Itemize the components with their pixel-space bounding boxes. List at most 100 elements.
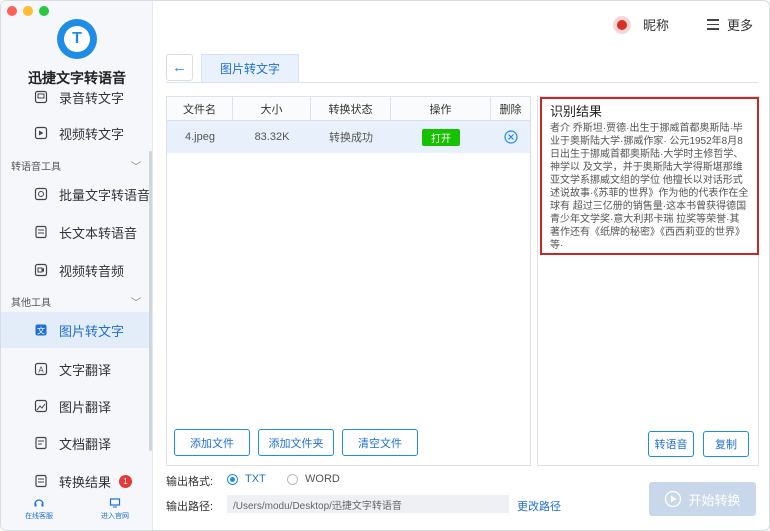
sidebar-item-label: 转换结果	[59, 474, 112, 490]
table-row[interactable]: 4.jpeg 83.32K 转换成功 打开	[167, 121, 530, 153]
open-button[interactable]: 打开	[422, 128, 460, 146]
radio-label: WORD	[305, 473, 340, 485]
tab-image-to-text[interactable]: 图片转文字	[201, 54, 299, 82]
result-title: 识别结果	[550, 104, 603, 119]
to-speech-button[interactable]: 转语音	[648, 431, 694, 457]
video-doc-icon	[33, 125, 49, 141]
column-header: 操作	[391, 97, 491, 120]
sidebar-item-label: 图片翻译	[59, 399, 112, 415]
play-circle-icon	[664, 490, 682, 508]
sidebar-item-doc-translate[interactable]: 文档翻译	[1, 425, 153, 461]
radio-selected-icon	[227, 473, 238, 485]
tab-divider	[166, 82, 758, 83]
sidebar-item-record-to-text[interactable]: 录音转文字	[1, 79, 153, 115]
svg-text:文: 文	[37, 326, 45, 336]
start-label: 开始转换	[688, 492, 741, 508]
format-word-radio[interactable]: WORD	[287, 473, 340, 485]
add-folder-button[interactable]: 添加文件夹	[258, 429, 334, 456]
sidebar-item-long-text-to-speech[interactable]: 长文本转语音	[1, 214, 153, 250]
sidebar-item-image-to-text[interactable]: 文 图片转文字	[1, 312, 153, 348]
action-cell: 打开	[391, 121, 491, 153]
sidebar-item-label: 视频转音频	[59, 263, 125, 279]
monitor-icon	[109, 497, 121, 509]
result-icon	[33, 473, 49, 489]
video-audio-icon	[33, 262, 49, 278]
more-label: 更多	[727, 18, 754, 33]
batch-doc-icon	[33, 186, 49, 202]
back-button[interactable]: ←	[166, 54, 193, 81]
arrow-left-icon: ←	[172, 59, 187, 76]
sidebar-item-label: 批量文字转语音	[59, 187, 151, 203]
column-header: 文件名	[167, 97, 233, 120]
delete-circle-icon[interactable]	[503, 130, 518, 144]
mic-doc-icon	[33, 89, 49, 105]
sidebar-item-label: 录音转文字	[59, 90, 125, 106]
section-label: 转语音工具	[11, 162, 61, 173]
user-menu[interactable]: 昵称	[613, 15, 669, 34]
radio-label: TXT	[245, 473, 266, 485]
add-file-button[interactable]: 添加文件	[174, 429, 250, 456]
doc-translate-icon	[33, 435, 49, 451]
sidebar-item-label: 视频转文字	[59, 126, 125, 142]
output-path-field[interactable]	[227, 495, 509, 513]
delete-cell	[491, 121, 530, 153]
sidebar-item-label: 图片转文字	[59, 323, 125, 339]
file-table: 文件名 大小 转换状态 操作 删除 4.jpeg 83.32K 转换成功 打开	[166, 96, 531, 466]
output-format-label: 输出格式:	[166, 476, 214, 488]
change-path-link[interactable]: 更改路径	[517, 498, 561, 514]
app-window: T 迅捷文字转语音 录音转文字 视频转文字 转语音工具 ﹀ 批量文字转语音 长文…	[0, 0, 770, 531]
app-logo-icon: T	[57, 19, 97, 59]
column-header: 删除	[499, 103, 522, 116]
sidebar-item-batch-text-to-speech[interactable]: 批量文字转语音	[1, 176, 153, 212]
recognition-result-box[interactable]: 识别结果 者介 乔斯坦·贾德·出生于挪威首都奥斯陆·毕业于奥斯陆大学·挪威作家·…	[540, 97, 759, 255]
radio-unselected-icon	[287, 473, 298, 485]
translate-icon: A	[33, 361, 49, 377]
link-label: 在线客服	[25, 513, 53, 520]
conversion-status: 转换成功	[329, 132, 373, 144]
sidebar-scrollbar[interactable]	[149, 151, 152, 451]
sidebar-item-image-translate[interactable]: 图片翻译	[1, 388, 153, 424]
sidebar-item-video-to-audio[interactable]: 视频转音频	[1, 252, 153, 288]
format-txt-radio[interactable]: TXT	[227, 473, 266, 485]
maximize-window-button[interactable]	[39, 6, 49, 16]
clear-files-button[interactable]: 清空文件	[342, 429, 418, 456]
avatar	[613, 15, 631, 34]
online-support-link[interactable]: 在线客服	[25, 497, 53, 521]
menu-icon	[707, 16, 719, 33]
sidebar-item-label: 长文本转语音	[59, 225, 138, 241]
minimize-window-button[interactable]	[23, 6, 33, 16]
image-translate-icon	[33, 398, 49, 414]
copy-button[interactable]: 复制	[703, 431, 749, 457]
table-header: 文件名 大小 转换状态 操作 删除	[167, 97, 530, 121]
nickname-label: 昵称	[643, 18, 670, 33]
sidebar-item-text-translate[interactable]: A 文字翻译	[1, 351, 153, 387]
section-other-tools[interactable]: 其他工具 ﹀	[11, 294, 141, 309]
headset-icon	[33, 497, 45, 509]
section-label: 其他工具	[11, 298, 51, 309]
window-controls	[7, 6, 49, 16]
sidebar-item-video-to-text[interactable]: 视频转文字	[1, 115, 153, 151]
svg-text:A: A	[38, 366, 44, 375]
file-name: 4.jpeg	[185, 131, 215, 143]
section-speech-tools[interactable]: 转语音工具 ﹀	[11, 158, 141, 173]
link-label: 进入官网	[101, 513, 129, 520]
more-menu-button[interactable]: 更多	[707, 15, 753, 34]
notification-badge: 1	[119, 474, 133, 488]
chevron-down-icon: ﹀	[131, 162, 141, 173]
sidebar-item-label: 文字翻译	[59, 362, 112, 378]
sidebar-item-conversion-results[interactable]: 转换结果 1	[1, 463, 153, 499]
result-text: 者介 乔斯坦·贾德·出生于挪威首都奥斯陆·毕业于奥斯陆大学·挪威作家· 公元19…	[550, 123, 749, 251]
long-text-icon	[33, 224, 49, 240]
sidebar-bottom-links: 在线客服 进入官网	[1, 497, 153, 521]
column-header: 大小	[233, 97, 311, 120]
file-size: 83.32K	[254, 131, 290, 143]
official-site-link[interactable]: 进入官网	[101, 497, 129, 521]
start-conversion-button[interactable]: 开始转换	[649, 482, 756, 516]
chevron-down-icon: ﹀	[131, 298, 141, 309]
image-text-icon: 文	[33, 322, 49, 338]
output-path-label: 输出路径:	[166, 501, 214, 513]
column-header: 转换状态	[311, 97, 391, 120]
sidebar: T 迅捷文字转语音 录音转文字 视频转文字 转语音工具 ﹀ 批量文字转语音 长文…	[1, 1, 153, 530]
file-action-buttons: 添加文件 添加文件夹 清空文件	[174, 429, 418, 456]
close-window-button[interactable]	[7, 6, 17, 16]
